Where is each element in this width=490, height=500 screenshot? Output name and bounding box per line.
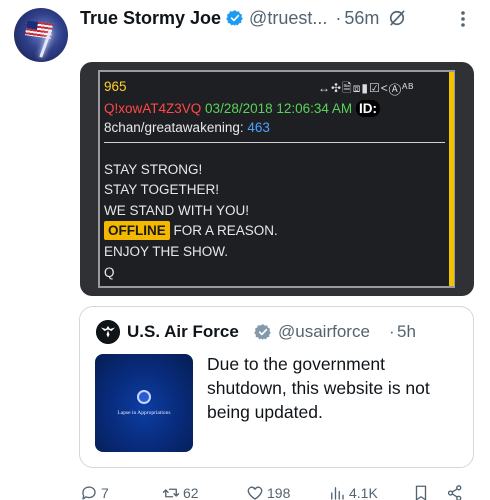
image-datetime: 03/28/2018 12:06:34 AM <box>205 101 353 116</box>
reply-icon <box>82 486 96 500</box>
thumbnail-caption: Lapse in Appropriations <box>117 410 171 416</box>
tweet-time[interactable]: 56m <box>344 8 379 29</box>
image-board-prefix: 8chan/greatawakening: <box>104 120 244 135</box>
repost-count: 62 <box>183 485 199 500</box>
image-line-3: WE STAND WITH YOU! <box>104 203 249 218</box>
separator-dot: · <box>335 7 342 28</box>
views-chart-icon <box>331 487 344 500</box>
image-post-number: 965 <box>104 79 127 94</box>
views-count: 4.1K <box>349 485 378 500</box>
bookmark-button[interactable] <box>412 484 433 500</box>
heart-icon <box>247 486 263 500</box>
reply-button[interactable]: 7 <box>80 484 109 500</box>
more-options-icon[interactable] <box>460 10 466 28</box>
like-button[interactable]: 198 <box>246 484 290 500</box>
image-line-1: STAY STRONG! <box>104 162 203 177</box>
seal-icon <box>137 390 151 404</box>
quoted-author-handle[interactable]: @usairforce <box>278 322 370 342</box>
repost-icon <box>162 488 180 498</box>
image-divider <box>104 142 445 143</box>
image-line-enjoy: ENJOY THE SHOW. <box>104 244 229 259</box>
repost-button[interactable]: 62 <box>162 484 199 500</box>
reply-count: 7 <box>101 485 109 500</box>
image-offline-chip: OFFLINE <box>104 221 170 240</box>
image-board-count: 463 <box>247 120 270 135</box>
air-force-avatar-icon[interactable] <box>96 320 120 344</box>
image-line-offline: OFFLINE FOR A REASON. <box>104 221 278 240</box>
image-post-accent-bar <box>449 72 454 286</box>
author-name[interactable]: True Stormy Joe <box>80 8 221 29</box>
like-count: 198 <box>267 485 291 500</box>
tweet-header: True Stormy Joe @truest... · 56m <box>80 6 407 30</box>
author-avatar[interactable] <box>14 8 68 62</box>
grok-icon[interactable] <box>387 8 407 28</box>
quoted-separator-dot: · <box>389 322 395 341</box>
quoted-author-name[interactable]: U.S. Air Force <box>127 322 239 342</box>
share-button[interactable] <box>446 484 467 500</box>
quoted-tweet-time[interactable]: 5h <box>397 322 416 342</box>
image-offline-rest: FOR A REASON. <box>169 223 278 238</box>
image-tripcode: Q!xowAT4Z3VQ <box>104 101 202 116</box>
image-signature: Q <box>104 265 115 280</box>
image-line-2: STAY TOGETHER! <box>104 182 220 197</box>
bookmark-icon <box>415 485 427 500</box>
image-board-line: 8chan/greatawakening: 463 <box>104 120 270 135</box>
image-post-meta: Q!xowAT4Z3VQ 03/28/2018 12:06:34 AM ID: <box>104 100 380 117</box>
image-id-badge: ID: <box>355 100 380 117</box>
government-badge-icon <box>254 324 271 340</box>
author-handle[interactable]: @truest... <box>249 8 327 29</box>
share-icon <box>447 485 462 500</box>
views-button[interactable]: 4.1K <box>328 484 378 500</box>
verified-badge-icon <box>226 10 243 26</box>
image-toolbar-icons: ↔✣🗎⧈▮☑<Ⓐᴬᴮ <box>318 81 415 95</box>
quoted-tweet-text: Due to the government shutdown, this web… <box>207 354 430 422</box>
